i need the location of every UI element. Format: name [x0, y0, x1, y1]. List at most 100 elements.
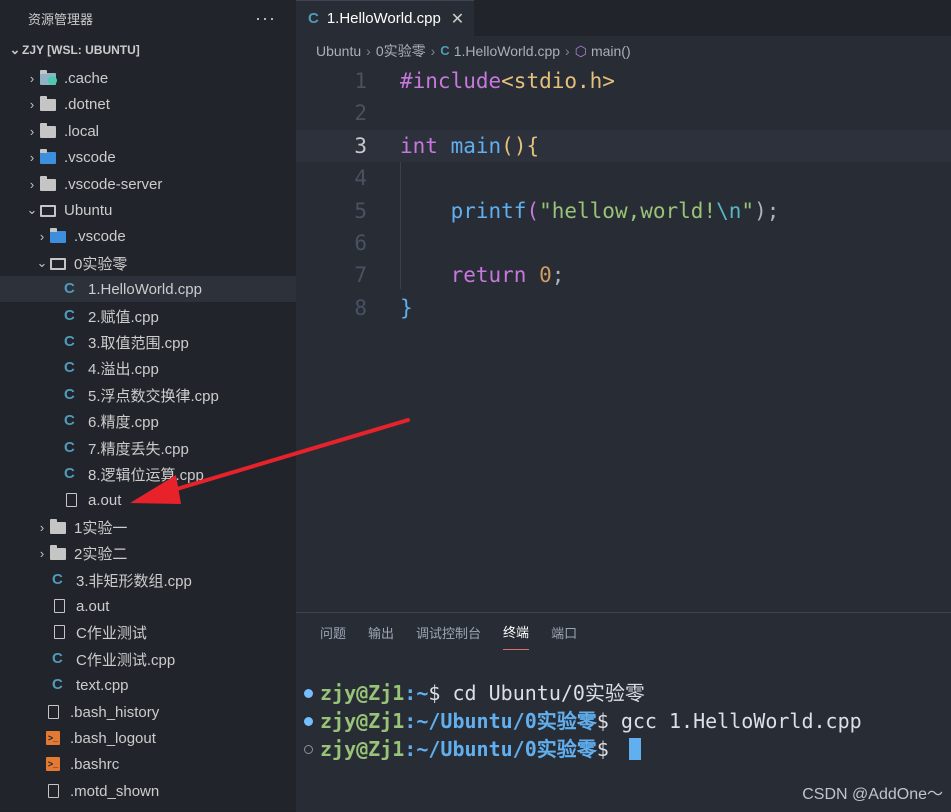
- token-function: printf: [450, 199, 527, 223]
- code-editor[interactable]: 1 #include<stdio.h> 2 3 int main(){ 4 5 …: [296, 65, 951, 355]
- tree-item-cpp[interactable]: C 3.非矩形数组.cpp: [0, 567, 296, 593]
- tree-item-cpp[interactable]: C 7.精度丢失.cpp: [0, 435, 296, 461]
- tree-item-cpp[interactable]: C 6.精度.cpp: [0, 408, 296, 434]
- cache-folder-icon: [40, 70, 58, 86]
- terminal-line: zjy@Zj1:~/Ubuntu/0实验零 $: [304, 735, 862, 763]
- tree-item-cpp[interactable]: C 8.逻辑位运算.cpp: [0, 461, 296, 487]
- tree-item-0shiyanling[interactable]: ⌄ 0实验零: [0, 250, 296, 276]
- vscode-folder-icon: [50, 228, 68, 244]
- editor-tab-bar: C 1.HelloWorld.cpp ✕: [296, 0, 951, 36]
- command-success-icon[interactable]: [304, 688, 313, 698]
- code-line: 6: [296, 227, 951, 259]
- tab-helloworld-cpp[interactable]: C 1.HelloWorld.cpp ✕: [296, 0, 475, 36]
- method-cube-icon: ⬡: [574, 42, 587, 59]
- tree-item-cpp[interactable]: C 4.溢出.cpp: [0, 355, 296, 381]
- cpp-file-icon: C: [52, 571, 63, 588]
- tab-output[interactable]: 输出: [368, 614, 394, 650]
- tree-item-cpp[interactable]: C text.cpp: [0, 672, 296, 698]
- tree-item-label: 3.取值范围.cpp: [88, 334, 189, 352]
- code-line: 4: [296, 162, 951, 194]
- bottom-panel: 问题 输出 调试控制台 终端 端口 zjy@Zj1:~ $ cd Ubuntu/0…: [296, 612, 951, 812]
- code-line: 5 printf("hellow,world!\n");: [296, 195, 951, 227]
- breadcrumb-item[interactable]: 0实验零: [376, 41, 426, 61]
- chevron-down-icon: ⌄: [36, 255, 48, 270]
- tree-item-ubuntu-vscode[interactable]: › .vscode: [0, 223, 296, 249]
- workspace-root[interactable]: ⌄ ZJY [WSL: UBUNTU]: [0, 36, 296, 64]
- tree-item-cpp[interactable]: C 2.赋值.cpp: [0, 303, 296, 329]
- tree-item-1shiyanyi[interactable]: › 1实验一: [0, 514, 296, 540]
- line-number: 4: [354, 166, 367, 190]
- line-number: 8: [354, 296, 367, 320]
- line-number: 1: [354, 69, 367, 93]
- explorer-title: 资源管理器: [28, 11, 94, 27]
- tree-item-label: 5.浮点数交换律.cpp: [88, 387, 219, 405]
- tree-item-a-out[interactable]: a.out: [0, 487, 296, 513]
- tab-terminal[interactable]: 终端: [503, 614, 530, 650]
- more-actions-icon[interactable]: ···: [255, 8, 276, 29]
- tree-item-label: .vscode-server: [64, 175, 163, 193]
- terminal-user: zjy@Zj1: [320, 737, 405, 761]
- chevron-right-icon: ›: [565, 43, 570, 59]
- chevron-right-icon: ›: [29, 176, 35, 192]
- explorer-sidebar: 资源管理器 ··· ⌄ ZJY [WSL: UBUNTU] › .cache ›…: [0, 0, 296, 811]
- tree-item-label: .bash_logout: [70, 729, 156, 747]
- tree-item-vscode-server[interactable]: › .vscode-server: [0, 171, 296, 197]
- tree-item-bash-history[interactable]: .bash_history: [0, 699, 296, 725]
- breadcrumb-item[interactable]: 1.HelloWorld.cpp: [454, 43, 560, 59]
- folder-icon: [50, 545, 68, 561]
- cpp-file-icon: C: [64, 359, 75, 376]
- token-punct: );: [754, 199, 780, 223]
- tree-item-vscode[interactable]: › .vscode: [0, 144, 296, 170]
- terminal[interactable]: zjy@Zj1:~ $ cd Ubuntu/0实验零 zjy@Zj1:~/Ubun…: [304, 679, 862, 763]
- tree-item-local[interactable]: › .local: [0, 118, 296, 144]
- tree-item-helloworld-cpp[interactable]: C 1.HelloWorld.cpp: [0, 276, 296, 302]
- tab-problems[interactable]: 问题: [320, 614, 346, 650]
- tree-item-dotnet[interactable]: › .dotnet: [0, 91, 296, 117]
- tree-item-cpp[interactable]: C C作业测试.cpp: [0, 646, 296, 672]
- folder-open-icon: [40, 202, 58, 218]
- line-number: 3: [354, 134, 367, 158]
- cpp-file-icon: C: [64, 333, 75, 350]
- folder-open-icon: [50, 255, 68, 271]
- breadcrumb-item[interactable]: main(): [591, 43, 631, 59]
- token-punct: (){: [501, 134, 540, 158]
- terminal-command: gcc 1.HelloWorld.cpp: [620, 709, 862, 733]
- close-icon[interactable]: ✕: [451, 9, 464, 29]
- chevron-right-icon: ›: [430, 43, 436, 59]
- line-number: 7: [354, 263, 367, 287]
- tree-item-bash-logout[interactable]: >_ .bash_logout: [0, 725, 296, 751]
- tree-item-2shiyaner[interactable]: › 2实验二: [0, 540, 296, 566]
- cpp-file-icon: C: [64, 280, 75, 297]
- tree-item-label: .motd_shown: [70, 782, 160, 800]
- tab-debug-console[interactable]: 调试控制台: [416, 614, 481, 650]
- chevron-right-icon: ›: [29, 70, 35, 86]
- tree-item-cache[interactable]: › .cache: [0, 65, 296, 91]
- file-icon: [46, 783, 64, 799]
- editor-area: C 1.HelloWorld.cpp ✕ Ubuntu › 0实验零 › C 1…: [296, 0, 951, 812]
- token-preprocessor: #include: [400, 69, 502, 93]
- tree-item-a-out[interactable]: a.out: [0, 593, 296, 619]
- tree-item-cpp[interactable]: C 3.取值范围.cpp: [0, 329, 296, 355]
- tree-item-c-homework[interactable]: C作业测试: [0, 619, 296, 645]
- folder-icon: [40, 96, 58, 112]
- breadcrumb-item[interactable]: Ubuntu: [316, 43, 361, 59]
- code-line: 2: [296, 97, 951, 129]
- terminal-line: zjy@Zj1:~/Ubuntu/0实验零 $ gcc 1.HelloWorld.…: [304, 707, 862, 735]
- chevron-right-icon: ›: [39, 545, 45, 561]
- cpp-file-icon: C: [64, 307, 75, 324]
- token-keyword: int: [400, 134, 438, 158]
- tab-ports[interactable]: 端口: [551, 614, 577, 650]
- token-function: main: [450, 134, 502, 158]
- cpp-file-icon: C: [64, 465, 75, 482]
- tree-item-label: a.out: [76, 597, 110, 615]
- tree-item-label: .bashrc: [70, 755, 120, 773]
- command-success-icon[interactable]: [304, 716, 313, 726]
- token-brace: }: [400, 296, 413, 320]
- tree-item-ubuntu[interactable]: ⌄ Ubuntu: [0, 197, 296, 223]
- tree-item-motd-shown[interactable]: .motd_shown: [0, 778, 296, 804]
- tree-item-bashrc[interactable]: >_ .bashrc: [0, 751, 296, 777]
- cpp-file-icon: C: [64, 412, 75, 429]
- terminal-path: :~: [404, 681, 429, 705]
- tree-item-cpp[interactable]: C 5.浮点数交换律.cpp: [0, 382, 296, 408]
- code-line: 7 return 0;: [296, 259, 951, 291]
